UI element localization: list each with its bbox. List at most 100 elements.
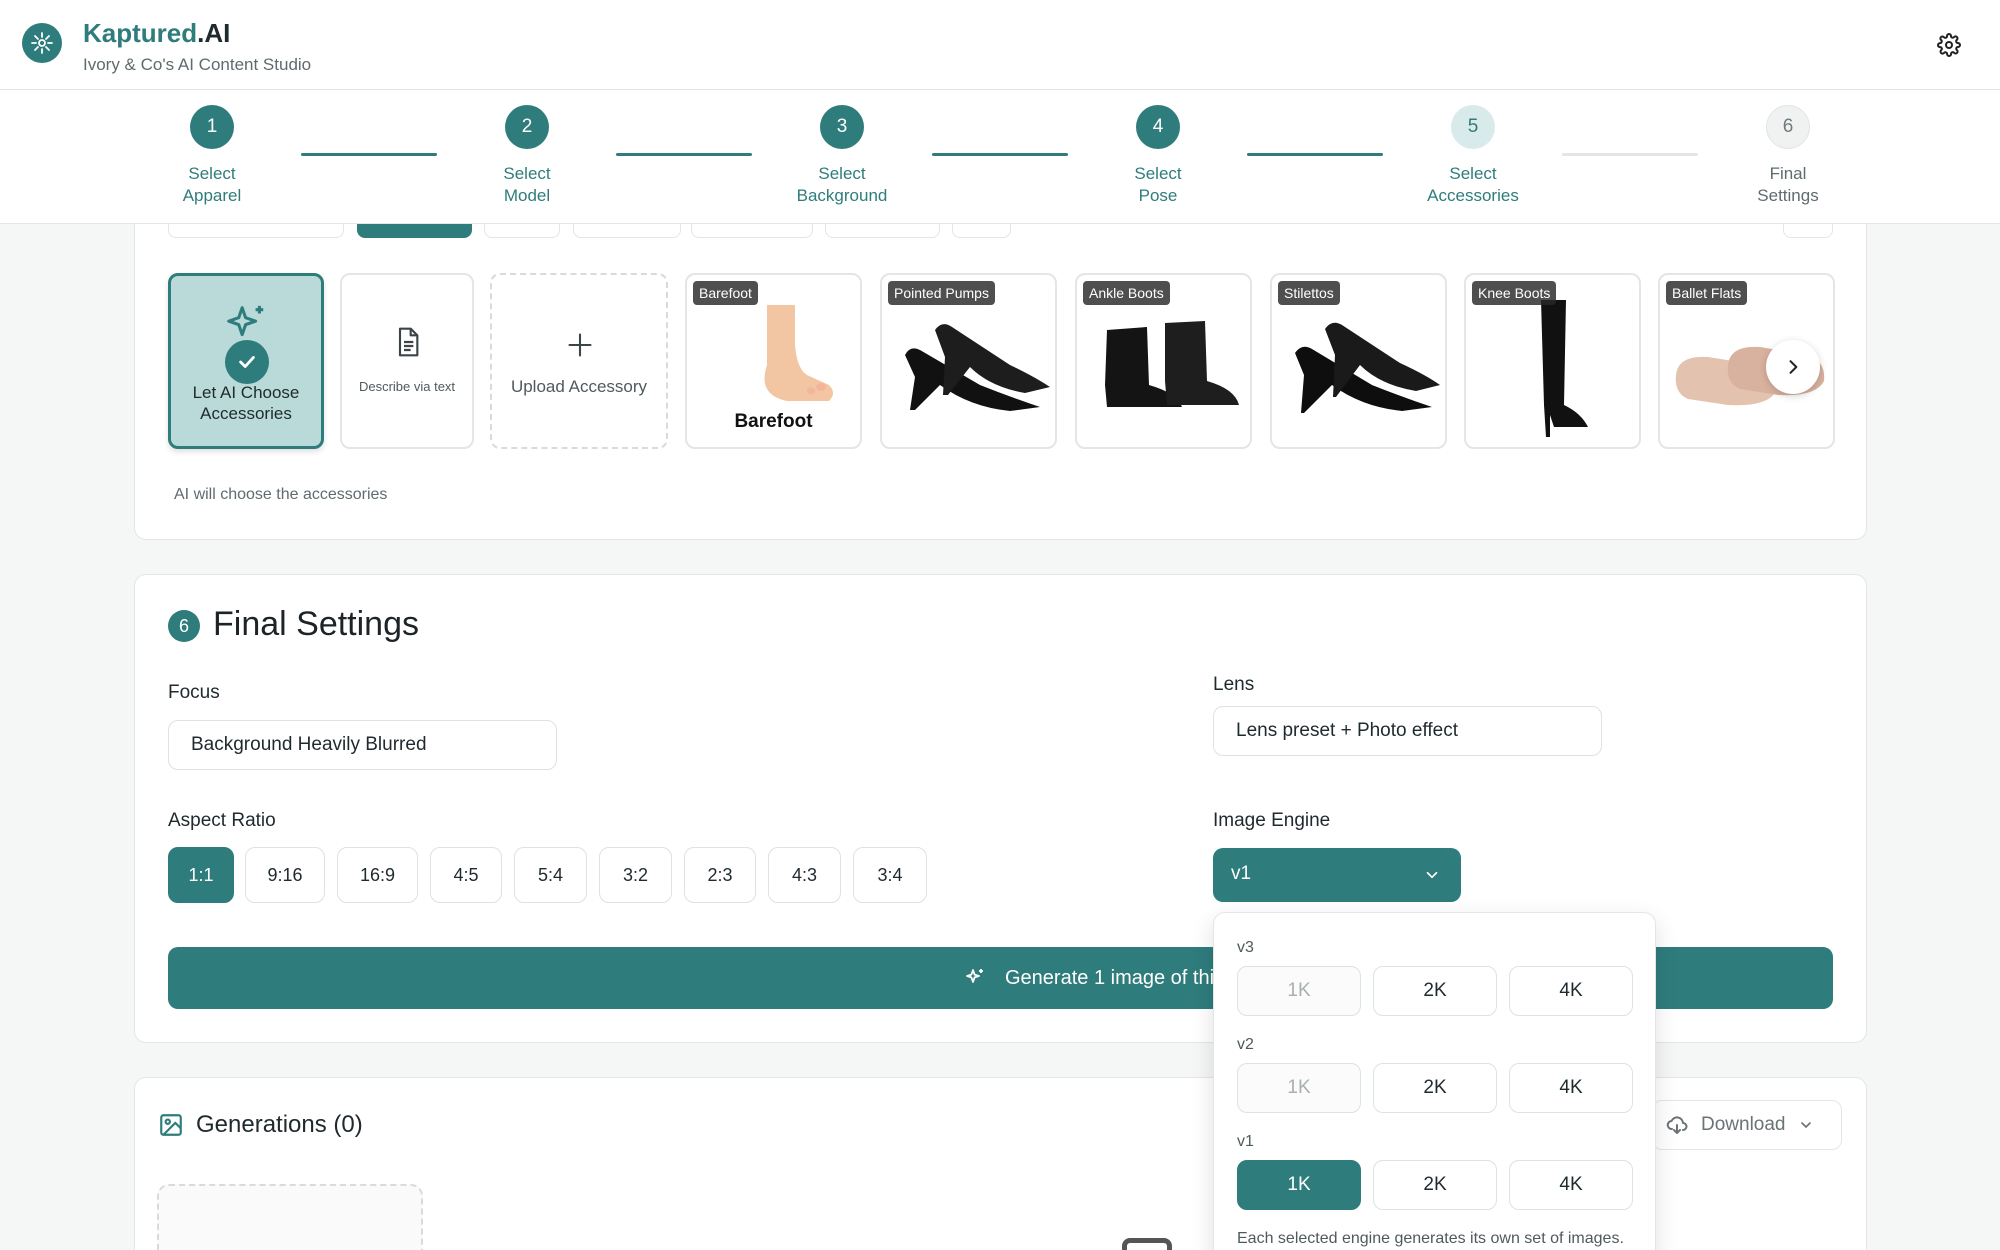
aspect-4-3-button[interactable]: 4:3	[768, 847, 841, 903]
step-connector	[616, 153, 752, 156]
sparkle-logo-icon	[22, 23, 62, 63]
section-step-badge: 6	[168, 610, 200, 642]
chevron-down-icon	[1800, 1122, 1811, 1128]
accessories-hint: AI will choose the accessories	[174, 486, 388, 503]
accessory-tag: Ballet Flats	[1666, 281, 1748, 305]
plus-icon	[566, 331, 594, 364]
v3-2k-option[interactable]: 2K	[1373, 966, 1497, 1016]
let-ai-choose-label: Let AI Choose Accessories	[192, 383, 300, 423]
aspect-3-4-button[interactable]: 3:4	[853, 847, 927, 903]
accessory-tile-pointed-pumps[interactable]: Pointed Pumps	[880, 273, 1057, 449]
cloud-download-icon	[1666, 1116, 1688, 1134]
step-connector	[1562, 153, 1698, 156]
settings-gear-icon[interactable]	[1937, 33, 1961, 57]
aspect-1-1-button[interactable]: 1:1	[168, 847, 234, 903]
upload-accessory-tile[interactable]: Upload Accessory	[490, 273, 668, 449]
v2-1k-option[interactable]: 1K	[1237, 1063, 1361, 1113]
accessory-tag: Ankle Boots	[1083, 281, 1170, 305]
chevron-down-icon	[1426, 871, 1438, 879]
aspect-4-5-button[interactable]: 4:5	[430, 847, 502, 903]
step-label: Apparel	[182, 186, 242, 205]
step-select-apparel[interactable]: 1 Select Apparel	[142, 105, 282, 207]
accessory-tag: Barefoot	[693, 281, 758, 305]
engine-value: v1	[1231, 863, 1252, 884]
barefoot-image	[764, 305, 833, 401]
image-engine-select[interactable]: v1	[1213, 848, 1461, 902]
step-final-settings[interactable]: 6 Final Settings	[1718, 105, 1858, 207]
aspect-9-16-button[interactable]: 9:16	[245, 847, 325, 903]
step-label: Select	[818, 164, 866, 183]
accessory-tag: Pointed Pumps	[888, 281, 995, 305]
lens-select[interactable]: Lens preset + Photo effect	[1213, 706, 1602, 756]
image-engine-label: Image Engine	[1213, 810, 1331, 831]
aspect-3-2-button[interactable]: 3:2	[599, 847, 672, 903]
step-connector	[932, 153, 1068, 156]
v2-4k-option[interactable]: 4K	[1509, 1063, 1633, 1113]
step-label: Select	[503, 164, 551, 183]
v1-2k-option[interactable]: 2K	[1373, 1160, 1497, 1210]
ankle-boots-image	[1105, 321, 1239, 407]
chevron-right-icon	[1789, 360, 1798, 374]
step-label: Model	[503, 186, 551, 205]
engine-group-label: v1	[1237, 1133, 1254, 1150]
aspect-2-3-button[interactable]: 2:3	[684, 847, 756, 903]
step-label: Final	[1769, 164, 1807, 183]
empty-state-icon	[1122, 1238, 1172, 1250]
image-engine-dropdown: v3 1K 2K 4K v2 1K 2K 4K v1 1K 2K 4K Each…	[1213, 912, 1656, 1250]
step-select-pose[interactable]: 4 Select Pose	[1088, 105, 1228, 207]
carousel-next-button[interactable]	[1766, 340, 1820, 394]
v2-2k-option[interactable]: 2K	[1373, 1063, 1497, 1113]
aspect-5-4-button[interactable]: 5:4	[514, 847, 587, 903]
accessory-tile-stilettos[interactable]: Stilettos	[1270, 273, 1447, 449]
step-select-background[interactable]: 3 Select Background	[772, 105, 912, 207]
step-number: 6	[1766, 105, 1810, 149]
generations-title: Generations (0)	[196, 1111, 363, 1138]
app-header: Kaptured.AI Ivory & Co's AI Content Stud…	[0, 0, 2000, 90]
barefoot-caption: Barefoot	[734, 411, 813, 432]
section-title: Final Settings	[213, 605, 419, 643]
sparkles-icon	[966, 969, 983, 983]
download-label: Download	[1701, 1114, 1786, 1135]
download-button[interactable]: Download	[1652, 1100, 1842, 1150]
step-number: 3	[820, 105, 864, 149]
accessory-tile-ankle-boots[interactable]: Ankle Boots	[1075, 273, 1252, 449]
stilettos-image	[1295, 322, 1440, 413]
upload-accessory-label: Upload Accessory	[510, 377, 648, 396]
engine-group-label: v3	[1237, 939, 1254, 956]
brand-subtitle: Ivory & Co's AI Content Studio	[83, 55, 312, 74]
step-number: 2	[505, 105, 549, 149]
pointed-pumps-image	[905, 324, 1050, 411]
aspect-ratio-label: Aspect Ratio	[168, 810, 276, 831]
v1-1k-option[interactable]: 1K	[1237, 1160, 1361, 1210]
step-number: 1	[190, 105, 234, 149]
accessory-tag: Knee Boots	[1472, 281, 1557, 305]
step-select-accessories[interactable]: 5 Select Accessories	[1403, 105, 1543, 207]
step-label: Pose	[1138, 186, 1178, 205]
step-label: Select	[1449, 164, 1497, 183]
image-icon	[160, 1114, 182, 1136]
step-label: Accessories	[1427, 186, 1519, 205]
step-label: Select	[1134, 164, 1182, 183]
v3-1k-option[interactable]: 1K	[1237, 966, 1361, 1016]
v1-4k-option[interactable]: 4K	[1509, 1160, 1633, 1210]
accessory-tile-knee-boots[interactable]: Knee Boots	[1464, 273, 1641, 449]
step-label: Background	[796, 186, 888, 205]
describe-via-text-label: Describe via text	[358, 379, 456, 394]
step-select-model[interactable]: 2 Select Model	[457, 105, 597, 207]
let-ai-choose-tile[interactable]: Let AI Choose Accessories	[168, 273, 324, 449]
describe-via-text-tile[interactable]: Describe via text	[340, 273, 474, 449]
step-number: 4	[1136, 105, 1180, 149]
progress-stepper: 1 Select Apparel 2 Select Model 3 Select Ba…	[0, 90, 2000, 224]
v3-4k-option[interactable]: 4K	[1509, 966, 1633, 1016]
accessory-tile-barefoot[interactable]: Barefoot Barefoot	[685, 273, 862, 449]
knee-boots-image	[1541, 300, 1588, 437]
lens-label: Lens	[1213, 674, 1255, 695]
step-label: Select	[188, 164, 236, 183]
brand-name: Kaptured.AI	[83, 18, 231, 48]
step-connector	[301, 153, 437, 156]
focus-select[interactable]: Background Heavily Blurred	[168, 720, 557, 770]
accessory-tag: Stilettos	[1278, 281, 1340, 305]
aspect-16-9-button[interactable]: 16:9	[337, 847, 418, 903]
step-label: Settings	[1757, 186, 1819, 205]
step-connector	[1247, 153, 1383, 156]
